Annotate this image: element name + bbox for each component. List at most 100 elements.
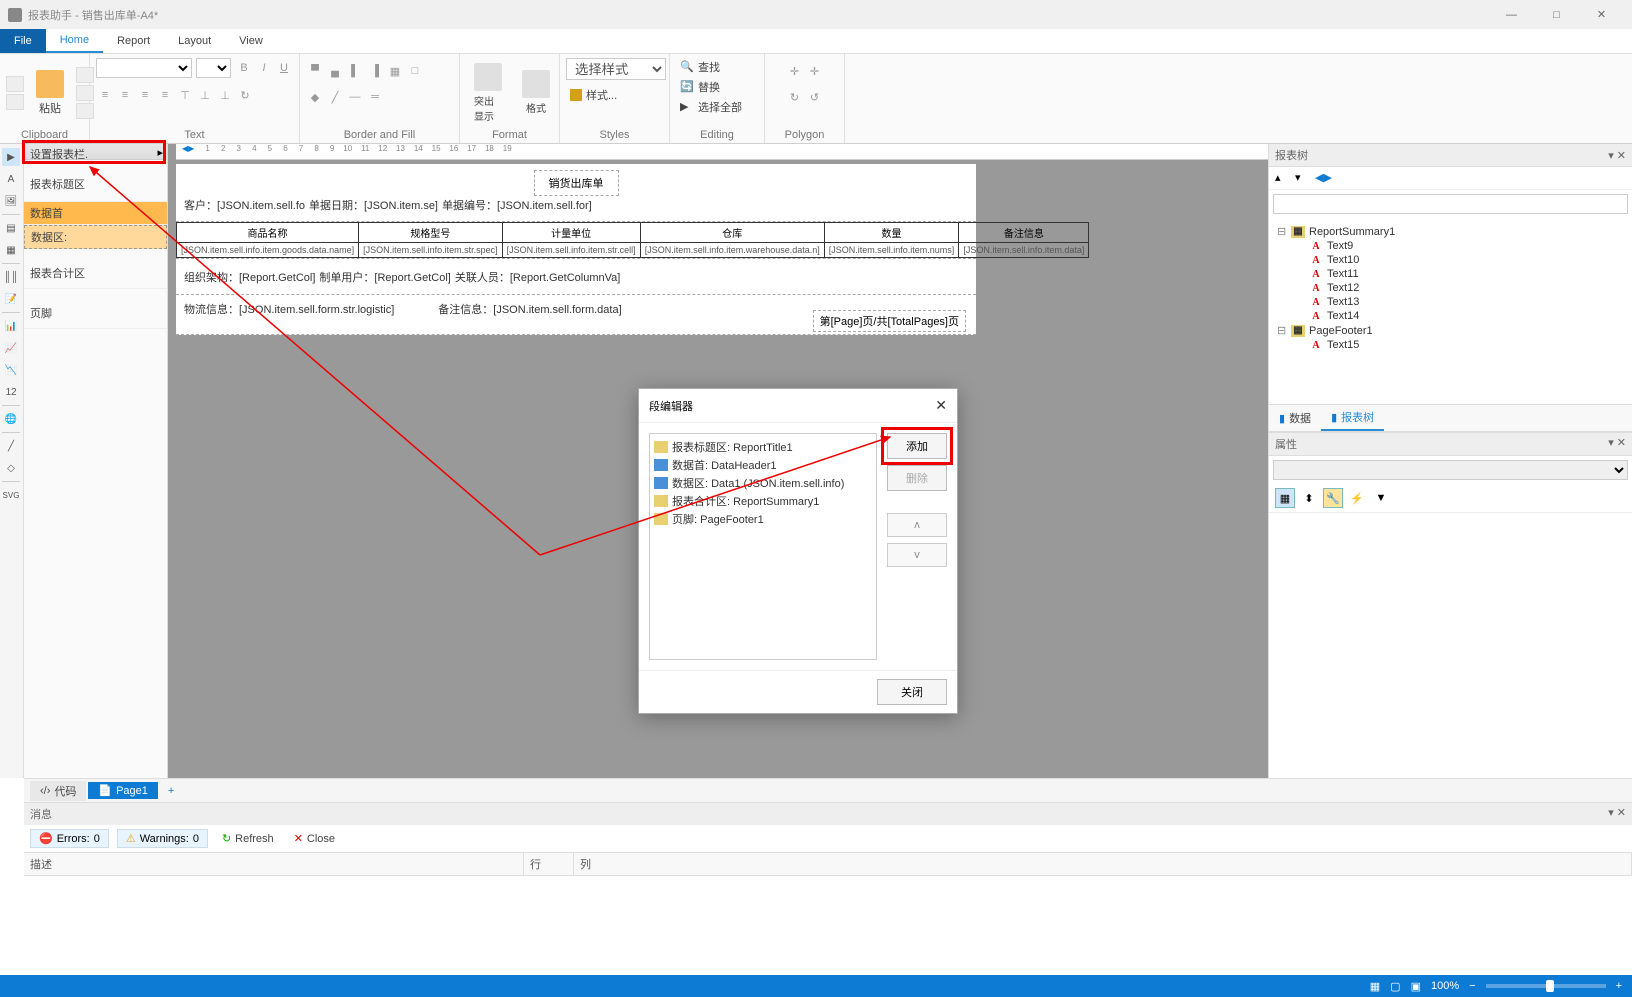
- band-summary[interactable]: 报表合计区: [24, 249, 167, 289]
- props-grid[interactable]: [1269, 513, 1632, 813]
- props-filter-button[interactable]: ▼: [1371, 488, 1391, 508]
- menu-home[interactable]: Home: [46, 29, 103, 53]
- line-width-button[interactable]: ═: [366, 88, 384, 106]
- props-object-select[interactable]: [1273, 460, 1628, 480]
- align-justify-button[interactable]: ≡: [156, 86, 174, 104]
- date-field[interactable]: 单据日期：[JSON.item.se]: [309, 197, 438, 213]
- tree-collapse-icon[interactable]: ▴: [1275, 171, 1289, 185]
- status-unit-icon[interactable]: ▦: [1370, 980, 1380, 993]
- align-right-button[interactable]: ≡: [136, 86, 154, 104]
- align-left-button[interactable]: ≡: [96, 86, 114, 104]
- band-data-header[interactable]: 数据首: [24, 202, 167, 225]
- logistic-field[interactable]: 物流信息：[JSON.item.sell.form.str.logistic]: [184, 301, 394, 317]
- page-info-field[interactable]: 第[Page]页/共[TotalPages]页: [813, 310, 966, 332]
- chart-tool-2[interactable]: 📈: [2, 339, 20, 357]
- font-size-select[interactable]: [196, 58, 231, 78]
- replace-button[interactable]: 🔄替换: [676, 78, 758, 96]
- panel-pin-icon[interactable]: ▾ ✕: [1608, 149, 1626, 162]
- col-description[interactable]: 描述: [24, 853, 524, 875]
- col-row[interactable]: 行: [524, 853, 574, 875]
- border-top-button[interactable]: ▀: [306, 62, 324, 80]
- format-button[interactable]: 格式: [514, 66, 558, 119]
- remark-field[interactable]: 备注信息：[JSON.item.sell.form.data]: [438, 301, 621, 317]
- tree-expand-icon[interactable]: ▾: [1295, 171, 1309, 185]
- poly-btn-2[interactable]: ✛: [806, 62, 824, 80]
- style-button[interactable]: 样式...: [566, 86, 663, 104]
- dialog-close-footer-button[interactable]: 关闭: [877, 679, 947, 705]
- border-right-button[interactable]: ▐: [366, 62, 384, 80]
- highlight-button[interactable]: 突出显示: [466, 59, 510, 127]
- line-tool[interactable]: ╱: [2, 437, 20, 455]
- person-field[interactable]: 关联人员：[Report.GetColumnVa]: [455, 269, 620, 285]
- maximize-button[interactable]: □: [1534, 0, 1579, 29]
- align-center-button[interactable]: ≡: [116, 86, 134, 104]
- tab-page1[interactable]: 📄Page1: [88, 782, 158, 799]
- table-header[interactable]: 商品名称: [177, 223, 359, 243]
- warnings-pill[interactable]: ⚠ Warnings: 0: [117, 829, 208, 848]
- dialog-list-item[interactable]: 报表标题区: ReportTitle1: [654, 438, 872, 456]
- band-title[interactable]: 报表标题区: [24, 160, 167, 202]
- dialog-delete-button[interactable]: 删除: [887, 465, 947, 491]
- dialog-band-list[interactable]: 报表标题区: ReportTitle1数据首: DataHeader1数据区: …: [649, 433, 877, 660]
- props-pin-icon[interactable]: ▾ ✕: [1608, 436, 1626, 452]
- table-header[interactable]: 数量: [824, 223, 959, 243]
- dialog-list-item[interactable]: 数据区: Data1 (JSON.item.sell.info): [654, 474, 872, 492]
- org-field[interactable]: 组织架构：[Report.GetCol]: [184, 269, 315, 285]
- tree-item[interactable]: Text15: [1327, 339, 1359, 351]
- underline-button[interactable]: U: [275, 59, 293, 77]
- props-bolt-button[interactable]: ⚡: [1347, 488, 1367, 508]
- setup-bands-button[interactable]: 设置报表栏.: [24, 144, 94, 164]
- rotate-button[interactable]: ↻: [236, 86, 254, 104]
- props-az-button[interactable]: ⬍: [1299, 488, 1319, 508]
- menu-report[interactable]: Report: [103, 29, 164, 53]
- tree-item[interactable]: Text10: [1327, 254, 1359, 266]
- svg-tool[interactable]: SVG: [2, 486, 20, 504]
- table-cell[interactable]: [JSON.item.sell.info.item.goods.data.nam…: [177, 243, 359, 258]
- shape-tool[interactable]: ◇: [2, 459, 20, 477]
- chart-tool-3[interactable]: 📉: [2, 361, 20, 379]
- border-all-button[interactable]: ▦: [386, 62, 404, 80]
- font-family-select[interactable]: [96, 58, 192, 78]
- text-tool[interactable]: A: [2, 170, 20, 188]
- msg-close-button[interactable]: ✕Close: [288, 830, 341, 847]
- image-tool[interactable]: 🖼: [2, 192, 20, 210]
- border-none-button[interactable]: □: [406, 62, 424, 80]
- user-field[interactable]: 制单用户：[Report.GetCol]: [319, 269, 450, 285]
- pointer-tool[interactable]: ▶: [2, 148, 20, 166]
- dialog-down-button[interactable]: v: [887, 543, 947, 567]
- border-bottom-button[interactable]: ▄: [326, 62, 344, 80]
- dialog-list-item[interactable]: 数据首: DataHeader1: [654, 456, 872, 474]
- band-data[interactable]: 数据区:: [24, 225, 167, 249]
- tree-root[interactable]: ReportSummary1: [1309, 226, 1395, 238]
- table-header[interactable]: 仓库: [640, 223, 824, 243]
- line-style-button[interactable]: —: [346, 88, 364, 106]
- align-top-button[interactable]: ⊤: [176, 86, 194, 104]
- close-button[interactable]: ✕: [1579, 0, 1624, 29]
- table-cell[interactable]: [JSON.item.sell.info.item.nums]: [824, 243, 959, 258]
- tree-footer-node[interactable]: PageFooter1: [1309, 325, 1373, 337]
- table-header[interactable]: 计量单位: [502, 223, 640, 243]
- table-header[interactable]: 备注信息: [959, 223, 1089, 243]
- rich-tool[interactable]: 📝: [2, 290, 20, 308]
- poly-btn-1[interactable]: ✛: [786, 62, 804, 80]
- dialog-list-item[interactable]: 页脚: PageFooter1: [654, 510, 872, 528]
- menu-layout[interactable]: Layout: [164, 29, 225, 53]
- align-middle-button[interactable]: ⊥: [196, 86, 214, 104]
- status-grid-icon[interactable]: ▢: [1390, 980, 1400, 993]
- customer-field[interactable]: 客户：[JSON.item.sell.fo: [184, 197, 305, 213]
- chevron-icon[interactable]: ▸: [157, 146, 163, 159]
- tab-data[interactable]: ▮数据: [1269, 405, 1321, 431]
- tree-filter-input[interactable]: [1273, 194, 1628, 214]
- table-cell[interactable]: [JSON.item.sell.info.item.str.cell]: [502, 243, 640, 258]
- tree-sync-icon[interactable]: ◀▶: [1315, 171, 1329, 185]
- refresh-button[interactable]: ↻Refresh: [216, 830, 280, 847]
- table-cell[interactable]: [JSON.item.sell.info.item.warehouse.data…: [640, 243, 824, 258]
- menu-file[interactable]: File: [0, 29, 46, 53]
- tree-item[interactable]: Text14: [1327, 310, 1359, 322]
- minimize-button[interactable]: —: [1489, 0, 1534, 29]
- zoom-in-button[interactable]: +: [1616, 980, 1622, 992]
- globe-tool[interactable]: 🌐: [2, 410, 20, 428]
- tree-item[interactable]: Text13: [1327, 296, 1359, 308]
- poly-btn-4[interactable]: ↺: [806, 88, 824, 106]
- menu-view[interactable]: View: [225, 29, 277, 53]
